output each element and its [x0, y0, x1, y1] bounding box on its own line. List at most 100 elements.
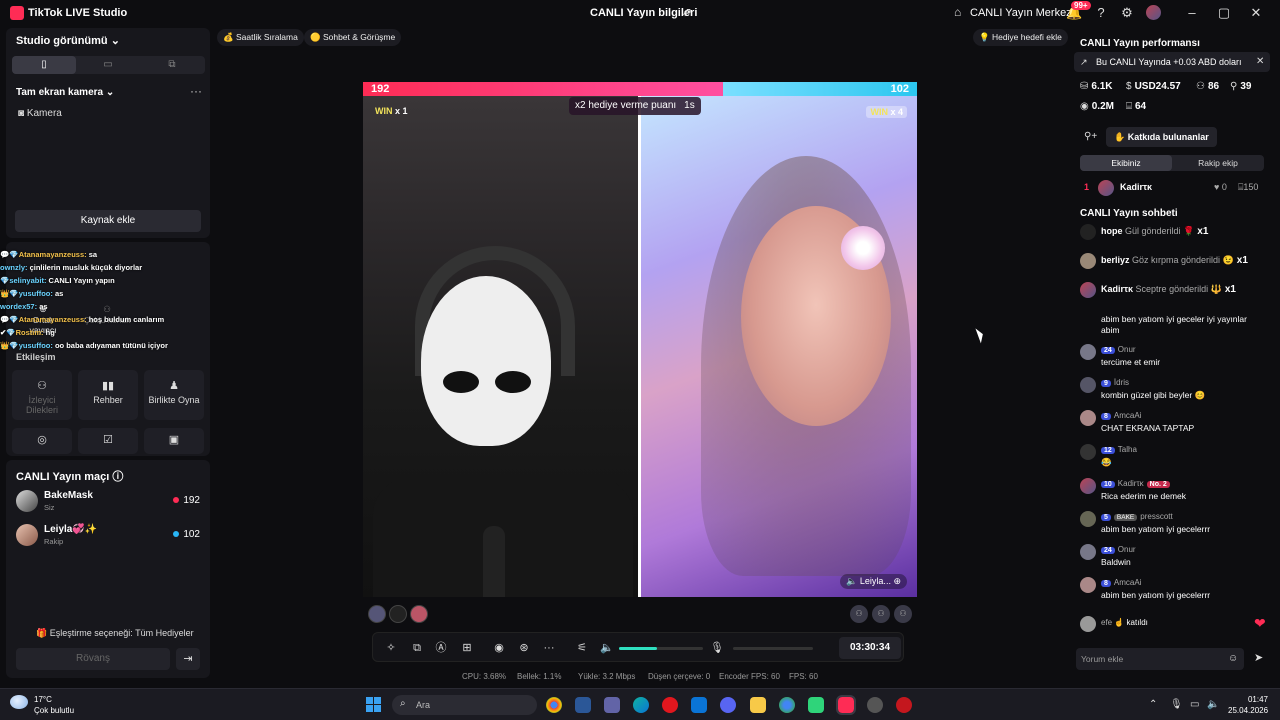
display-icon[interactable]: ▭ — [1190, 699, 1199, 710]
overlay-chat-line: wordex57: as — [0, 302, 48, 311]
pairing-option[interactable]: 🎁 Eşleştirme seçeneği: Tüm Hediyeler — [36, 628, 194, 639]
chat-meet-pill[interactable]: 🟡 Sohbet & Görüşme — [304, 29, 402, 46]
microphone-icon[interactable]: 🎙 — [1170, 699, 1183, 710]
folder-icon[interactable] — [750, 697, 766, 713]
close-icon[interactable]: ✕ — [1248, 5, 1264, 21]
mic-slider[interactable] — [733, 647, 813, 650]
overlay-chat-line: 💬💎Atanamayanzeuss: hoş buldum canlarım — [0, 315, 165, 324]
team-segment: Ekibiniz Rakip ekip — [1080, 155, 1264, 171]
avatar[interactable] — [410, 605, 428, 623]
app-icon[interactable] — [575, 697, 591, 713]
comment-input[interactable]: Yorum ekle — [1076, 648, 1244, 670]
dual-layout-tab[interactable]: ⧉ — [140, 56, 204, 74]
effects-icon[interactable]: ⊛ — [516, 640, 532, 656]
speaker-icon[interactable]: 🔈 — [599, 640, 615, 656]
camera-label: Kamera — [26, 108, 62, 119]
magic-wand-icon[interactable]: ✧ — [383, 640, 399, 656]
minimize-icon[interactable]: – — [1184, 5, 1200, 21]
discord-icon[interactable] — [720, 697, 736, 713]
tasks-button[interactable]: ☑ — [78, 428, 138, 454]
contributors-button[interactable]: ✋ Katkıda bulunanlar — [1106, 127, 1217, 147]
record-icon[interactable]: ◉ — [491, 640, 507, 656]
avatar[interactable] — [368, 605, 386, 623]
coin-icon: ⛁ — [1080, 81, 1089, 92]
gift-goal-pill[interactable]: 💡 Hediye hedefi ekle — [973, 29, 1068, 46]
weather-icon[interactable] — [10, 695, 28, 709]
scene-dropdown[interactable]: Tam ekran kamera ⌄ — [16, 87, 114, 98]
taskbar-search[interactable]: Ara — [392, 695, 537, 715]
goal-button[interactable]: ◎ — [12, 428, 72, 454]
profile-avatar[interactable] — [1146, 5, 1161, 20]
windows-start-icon[interactable] — [366, 697, 382, 713]
app-icon[interactable] — [867, 697, 883, 713]
send-icon[interactable]: ➤ — [1254, 651, 1263, 664]
add-user-icon[interactable]: ⚲+ — [1084, 131, 1097, 142]
teams-icon[interactable] — [604, 697, 620, 713]
guest-name-label[interactable]: 🔈 Leiyla... ⊕ — [840, 574, 907, 589]
chrome-icon[interactable] — [779, 697, 795, 713]
tab-our-team[interactable]: Ekibiniz — [1080, 155, 1172, 171]
mail-icon[interactable] — [691, 697, 707, 713]
camera-source[interactable]: ◙ Kamera — [18, 108, 62, 119]
app-title: TikTok LIVE Studio — [28, 7, 128, 19]
exit-icon[interactable]: ⇥ — [176, 648, 200, 670]
gift-message: berliyz Göz kırpma gönderildi 😉 x1 — [1080, 252, 1270, 272]
emoji-icon[interactable]: ☺ — [1228, 653, 1238, 664]
tab-rival-team[interactable]: Rakip ekip — [1172, 155, 1264, 171]
live-center-link[interactable]: CANLI Yayın Merkezi — [970, 7, 1074, 19]
guest-slot-icon[interactable]: ⚇ — [894, 605, 912, 623]
hourly-ranking-pill[interactable]: 💰 Saatlik Sıralama — [217, 29, 304, 46]
share-icon[interactable]: ⇗ — [682, 5, 692, 19]
match-score: 102 — [173, 529, 200, 540]
match-name: Leiyla💞✨ — [44, 524, 98, 535]
guide-button[interactable]: ▮▮ Rehber — [78, 370, 138, 420]
mask-eye — [495, 371, 531, 393]
microphone-icon[interactable]: 🎙 — [709, 640, 725, 656]
rematch-button[interactable]: Rövanş — [16, 648, 170, 670]
play-together-button[interactable]: ♟ Birlikte Oyna — [144, 370, 204, 420]
info-icon[interactable]: ⓘ — [112, 471, 123, 483]
volume-icon[interactable]: 🔈 — [1207, 699, 1219, 710]
weather-widget[interactable]: 17°C Çok bulutlu — [34, 694, 74, 716]
box-button[interactable]: ▣ — [144, 428, 204, 454]
opera-icon[interactable] — [662, 697, 678, 713]
guest-slot-icon[interactable]: ⚇ — [872, 605, 890, 623]
studio-view-dropdown[interactable]: Studio görünümü ⌄ — [16, 34, 120, 47]
gamepad-icon: ♟ — [169, 380, 179, 392]
home-icon[interactable]: ⌂ — [954, 5, 961, 19]
avatar — [16, 490, 38, 512]
portrait-layout-tab[interactable]: ▯ — [12, 56, 76, 74]
close-icon[interactable]: ✕ — [1256, 56, 1264, 67]
youtube-icon[interactable] — [896, 697, 912, 713]
chrome-icon[interactable] — [546, 697, 562, 713]
more-icon[interactable]: ··· — [541, 640, 557, 656]
app-icon[interactable] — [808, 697, 824, 713]
guest-slot-icon[interactable]: ⚇ — [850, 605, 868, 623]
top-gifters — [368, 605, 428, 623]
maximize-icon[interactable]: ▢ — [1216, 5, 1232, 21]
tiktok-icon[interactable] — [836, 695, 856, 715]
avatar[interactable] — [389, 605, 407, 623]
avatar — [1098, 180, 1114, 196]
gear-icon[interactable]: ⚙ — [1119, 5, 1135, 21]
mixer-icon[interactable]: ⚟ — [574, 640, 590, 656]
switch-layout-icon[interactable]: ⧉ — [409, 640, 425, 656]
stat-views: ◉ 0.2M — [1080, 101, 1114, 112]
clock[interactable]: 01:47 25.04.2026 — [1228, 694, 1268, 716]
ai-icon[interactable]: Ⓐ — [433, 640, 449, 656]
viewer-wishes-button[interactable]: ⚇ İzleyici Dilekleri — [12, 370, 72, 420]
earnings-notice: Bu CANLI Yayında +0.03 ABD doları — [1074, 52, 1270, 72]
add-frame-icon[interactable]: ⊞ — [459, 640, 475, 656]
more-icon[interactable]: ··· — [190, 84, 202, 98]
sceptre-icon: 🔱 — [1210, 284, 1222, 294]
stat-coins: ⛁ 6.1K — [1080, 81, 1113, 92]
guest-video: 🔈 Leiyla... ⊕ — [641, 96, 917, 597]
upload-stat: Yükle: 3.2 Mbps — [578, 672, 636, 681]
chevron-up-icon[interactable]: ⌃ — [1149, 699, 1157, 710]
overlay-chat-line: ownzly: çinlilerin musluk küçük diyorlar — [0, 263, 143, 272]
landscape-layout-tab[interactable]: ▭ — [76, 56, 140, 74]
help-icon[interactable]: ? — [1093, 5, 1109, 21]
add-source-button[interactable]: Kaynak ekle — [15, 210, 201, 232]
edge-icon[interactable] — [633, 697, 649, 713]
heart-icon[interactable]: ❤ — [1254, 615, 1266, 632]
